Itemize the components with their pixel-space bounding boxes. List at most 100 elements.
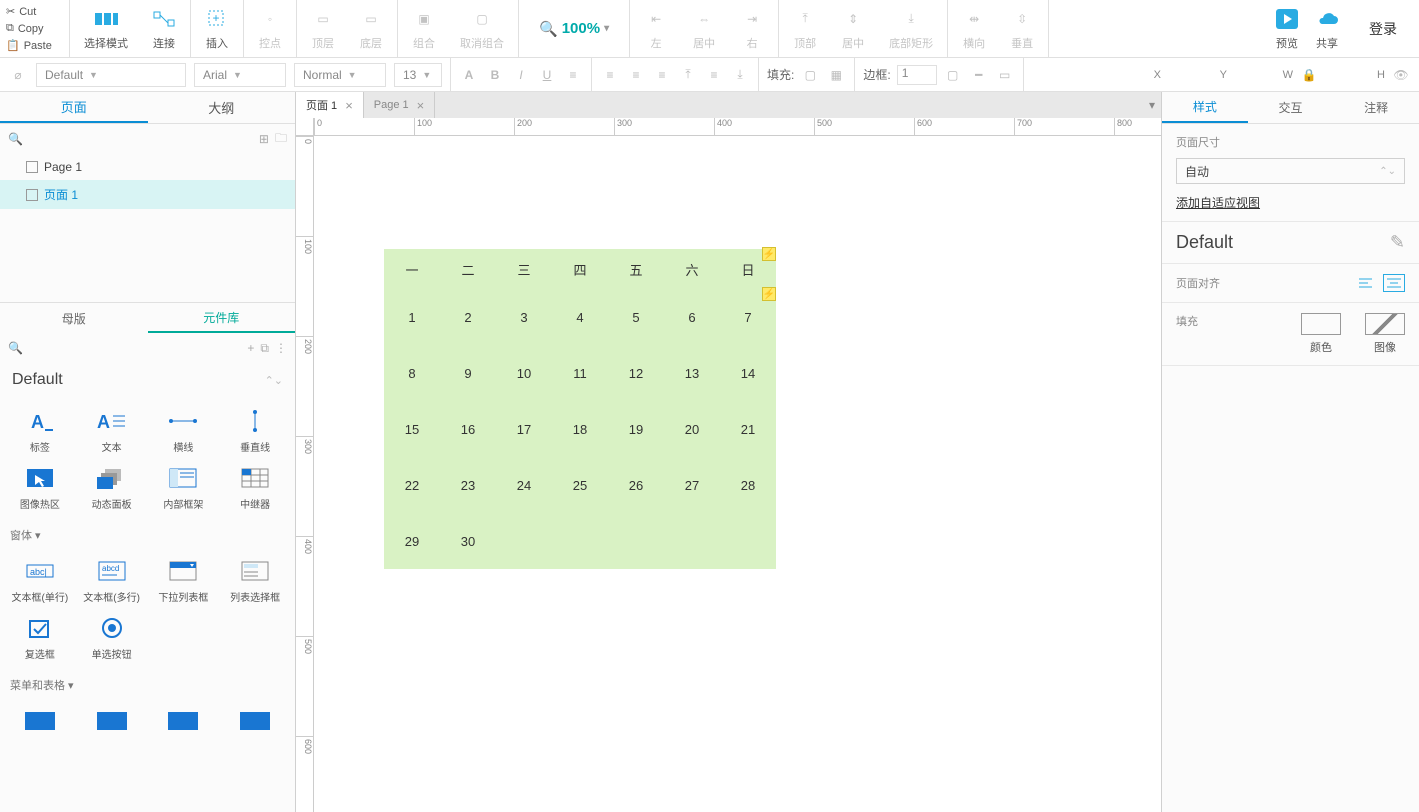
calendar-cell[interactable]: 15 <box>384 401 440 457</box>
fillcolor-icon[interactable]: ▢ <box>800 65 820 85</box>
widget-text[interactable]: A文本 <box>78 405 146 458</box>
calendar-cell[interactable]: 13 <box>664 345 720 401</box>
calendar-cell[interactable]: 21 <box>720 401 776 457</box>
preview-button[interactable]: 预览 <box>1267 5 1307 53</box>
search-icon[interactable]: 🔍 <box>8 341 23 355</box>
calendar-cell[interactable]: 4 <box>552 289 608 345</box>
bordercolor-icon[interactable]: ▢ <box>943 65 963 85</box>
calendar-cell[interactable]: 23 <box>440 457 496 513</box>
calendar-cell[interactable] <box>608 513 664 569</box>
widget-menu[interactable] <box>221 705 289 737</box>
weight-select[interactable]: Normal▼ <box>294 63 386 87</box>
edit-style-icon[interactable]: ✎ <box>1390 232 1405 253</box>
calendar-cell[interactable]: 19 <box>608 401 664 457</box>
clear-format-icon[interactable]: ⌀ <box>8 65 28 85</box>
share-button[interactable]: 共享 <box>1307 5 1347 53</box>
search-icon[interactable]: 🔍 <box>8 132 23 146</box>
talign-right-icon[interactable]: ≡ <box>652 65 672 85</box>
widget-menu[interactable] <box>78 705 146 737</box>
border-width-input[interactable]: 1 <box>897 65 937 85</box>
valign-mid-icon[interactable]: ≡ <box>704 65 724 85</box>
canvas-tab-2[interactable]: Page 1× <box>364 92 435 118</box>
widget-tarea[interactable]: abcd文本框(多行) <box>78 555 146 608</box>
visibility-icon[interactable]: 👁 <box>1391 65 1411 85</box>
lock-icon[interactable]: 🔒 <box>1299 65 1319 85</box>
bullets-icon[interactable]: ≡ <box>563 65 583 85</box>
calendar-cell[interactable]: 22 <box>384 457 440 513</box>
tab-interact[interactable]: 交互 <box>1248 92 1334 123</box>
tab-widgets[interactable]: 元件库 <box>148 303 296 333</box>
valign-top-icon[interactable]: ⤒ <box>678 65 698 85</box>
underline-icon[interactable]: U <box>537 65 557 85</box>
italic-icon[interactable]: I <box>511 65 531 85</box>
widget-search-input[interactable] <box>29 341 241 355</box>
insert-button[interactable]: + 插入 <box>197 5 237 53</box>
widget-dpanel[interactable]: 动态面板 <box>78 462 146 515</box>
calendar-cell[interactable]: 1 <box>384 289 440 345</box>
calendar-cell[interactable]: 14 <box>720 345 776 401</box>
widget-checkbox[interactable]: 复选框 <box>6 612 74 665</box>
calendar-cell[interactable]: 10 <box>496 345 552 401</box>
calendar-cell[interactable]: 18 <box>552 401 608 457</box>
widget-listbox[interactable]: 列表选择框 <box>221 555 289 608</box>
calendar-cell[interactable]: 2 <box>440 289 496 345</box>
widget-label[interactable]: A标签 <box>6 405 74 458</box>
widget-droplist[interactable]: 下拉列表框 <box>150 555 218 608</box>
bordervis-icon[interactable]: ▭ <box>995 65 1015 85</box>
copy-button[interactable]: ⧉Copy <box>6 21 63 36</box>
fill-image-button[interactable]: 图像 <box>1365 313 1405 355</box>
font-select[interactable]: Arial▼ <box>194 63 286 87</box>
calendar-cell[interactable]: 17 <box>496 401 552 457</box>
borderstyle-icon[interactable]: ━ <box>969 65 989 85</box>
page-item[interactable]: 页面 1 <box>0 180 295 209</box>
tabs-dropdown-icon[interactable]: ▾ <box>1149 98 1161 112</box>
bold-icon[interactable]: B <box>485 65 505 85</box>
libs-icon[interactable]: ⧉ <box>260 341 269 356</box>
calendar-cell[interactable] <box>664 513 720 569</box>
page-align-center-button[interactable] <box>1383 274 1405 292</box>
calendar-cell[interactable]: 29 <box>384 513 440 569</box>
talign-center-icon[interactable]: ≡ <box>626 65 646 85</box>
close-icon[interactable]: × <box>345 98 353 113</box>
add-lib-icon[interactable]: + <box>247 341 254 355</box>
lib-chevron-icon[interactable]: ⌃⌄ <box>265 374 283 387</box>
calendar-cell[interactable]: 11 <box>552 345 608 401</box>
widget-menu[interactable] <box>6 705 74 737</box>
calendar-cell[interactable] <box>720 513 776 569</box>
close-icon[interactable]: × <box>417 98 425 113</box>
talign-left-icon[interactable]: ≡ <box>600 65 620 85</box>
calendar-cell[interactable]: 30 <box>440 513 496 569</box>
canvas-tab-1[interactable]: 页面 1× <box>296 92 364 118</box>
fillimg-icon[interactable]: ▦ <box>826 65 846 85</box>
calendar-cell[interactable]: 3 <box>496 289 552 345</box>
tab-masters[interactable]: 母版 <box>0 303 148 333</box>
canvas[interactable]: ⚡ ⚡ 一二三四五六日12345678910111213141516171819… <box>314 136 1161 812</box>
fontsize-select[interactable]: 13▼ <box>394 63 442 87</box>
login-button[interactable]: 登录 <box>1347 19 1419 39</box>
widget-vline[interactable]: 垂直线 <box>221 405 289 458</box>
tab-style[interactable]: 样式 <box>1162 92 1248 123</box>
tab-outline[interactable]: 大纲 <box>148 92 296 123</box>
widget-hline[interactable]: 横线 <box>150 405 218 458</box>
fill-color-button[interactable]: 颜色 <box>1301 313 1341 355</box>
calendar-cell[interactable]: 27 <box>664 457 720 513</box>
page-align-left-button[interactable] <box>1355 274 1377 292</box>
calendar-cell[interactable]: 28 <box>720 457 776 513</box>
page-search-input[interactable] <box>29 132 253 146</box>
section-menu[interactable]: 菜单和表格 ▾ <box>0 673 295 697</box>
calendar-cell[interactable]: 24 <box>496 457 552 513</box>
widget-hotspot[interactable]: 图像热区 <box>6 462 74 515</box>
tab-notes[interactable]: 注释 <box>1333 92 1419 123</box>
widget-tfield[interactable]: abc|文本框(单行) <box>6 555 74 608</box>
section-form[interactable]: 窗体 ▾ <box>0 523 295 547</box>
calendar-widget[interactable]: ⚡ ⚡ 一二三四五六日12345678910111213141516171819… <box>384 249 776 569</box>
calendar-cell[interactable]: 9 <box>440 345 496 401</box>
select-mode-button[interactable]: 选择模式 <box>76 5 136 53</box>
calendar-cell[interactable]: 12 <box>608 345 664 401</box>
add-page-icon[interactable]: ⊞ <box>259 132 269 146</box>
fontcolor-icon[interactable]: A <box>459 65 479 85</box>
style-select[interactable]: Default▼ <box>36 63 186 87</box>
paste-button[interactable]: 📋Paste <box>6 38 63 53</box>
calendar-cell[interactable]: 8 <box>384 345 440 401</box>
tab-pages[interactable]: 页面 <box>0 92 148 123</box>
